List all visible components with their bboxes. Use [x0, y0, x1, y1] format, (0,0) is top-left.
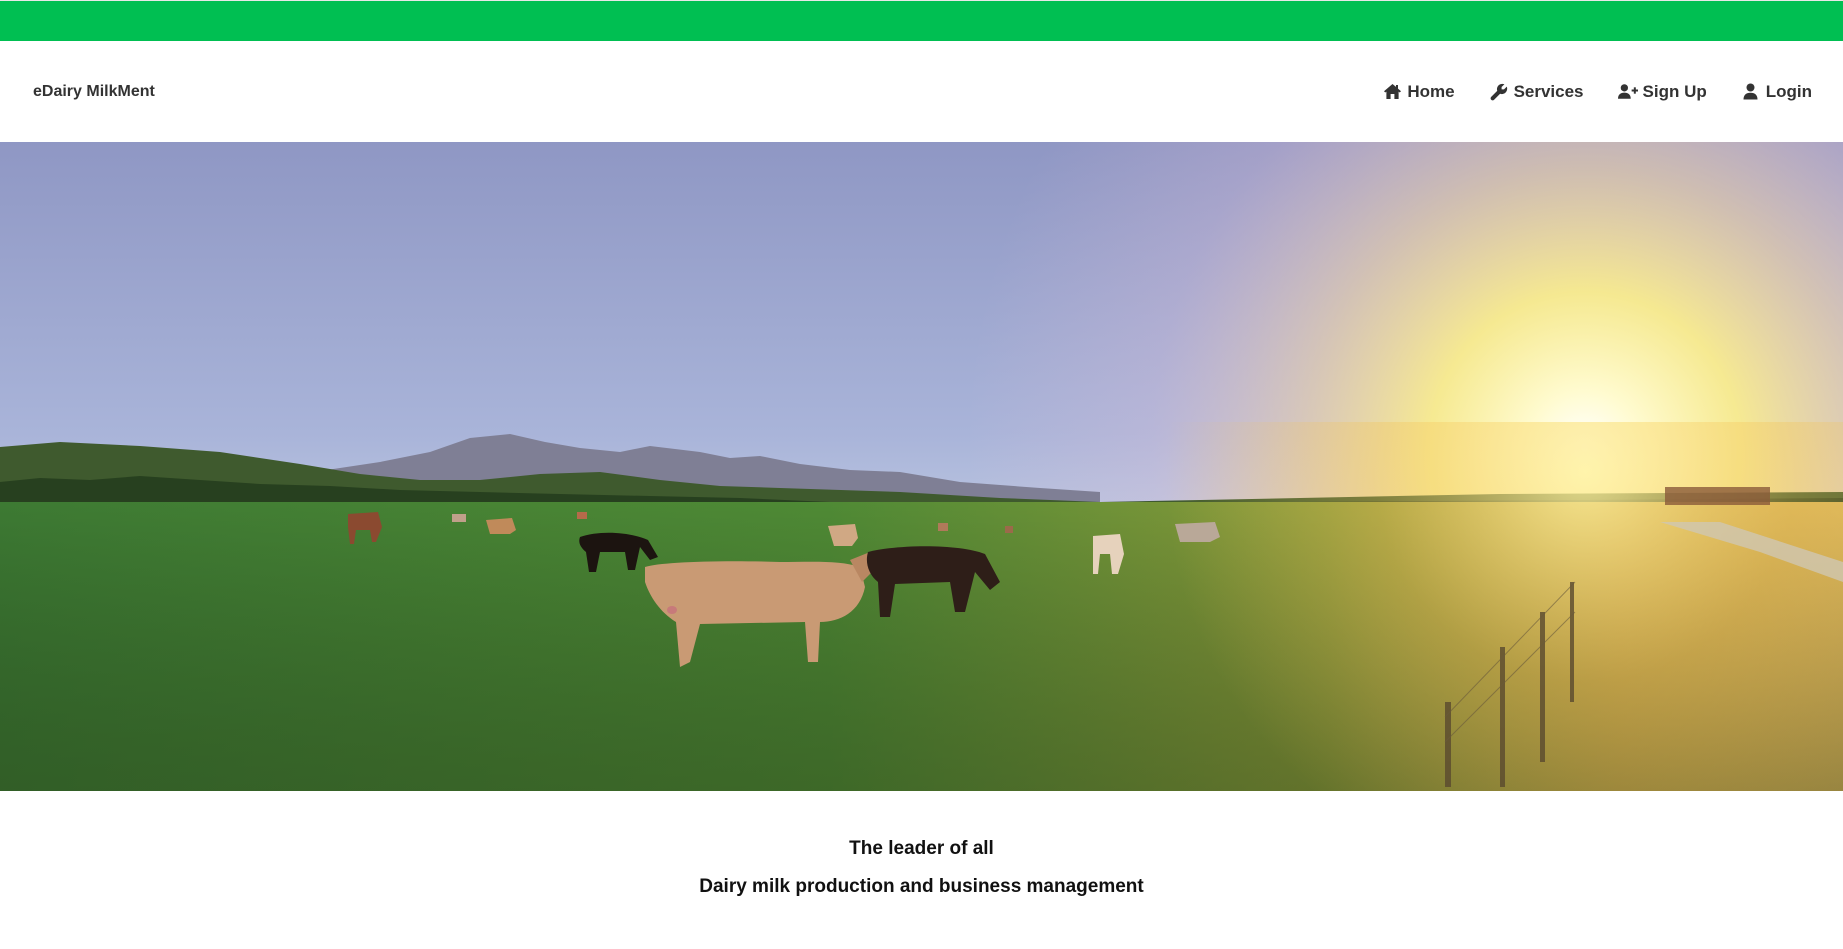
- nav-item-home-label: Home: [1407, 81, 1455, 101]
- nav-item-services[interactable]: Services: [1472, 72, 1601, 112]
- nav-item-home[interactable]: Home: [1365, 72, 1471, 112]
- tagline-line-2: Dairy milk production and business manag…: [699, 876, 1144, 897]
- home-icon: [1382, 83, 1402, 101]
- user-plus-icon: [1617, 83, 1638, 101]
- navbar: eDairy MilkMent Home Services Sign Up Lo…: [0, 41, 1843, 142]
- wrench-icon: [1489, 83, 1509, 101]
- user-icon: [1741, 83, 1761, 101]
- nav-menu: Home Services Sign Up Login: [1365, 41, 1829, 142]
- nav-item-services-label: Services: [1513, 81, 1584, 101]
- nav-item-signup-label: Sign Up: [1642, 81, 1707, 101]
- nav-item-login-label: Login: [1765, 81, 1812, 101]
- nav-item-login[interactable]: Login: [1724, 72, 1829, 112]
- hero-image: [0, 142, 1843, 791]
- brand-link[interactable]: eDairy MilkMent: [33, 41, 155, 142]
- top-accent-bar: [0, 0, 1843, 41]
- tagline-line-1: The leader of all: [849, 838, 994, 859]
- nav-item-signup[interactable]: Sign Up: [1601, 72, 1724, 112]
